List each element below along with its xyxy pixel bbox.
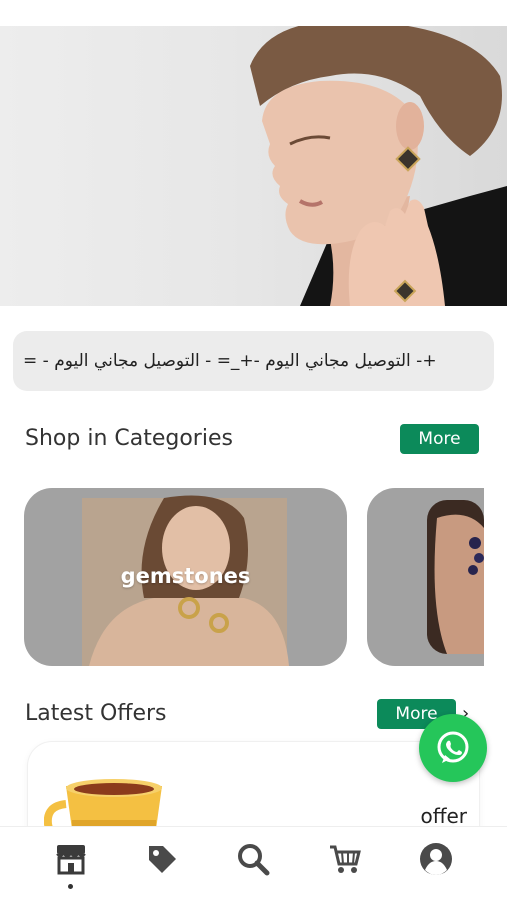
whatsapp-icon — [437, 731, 469, 763]
whatsapp-button[interactable] — [419, 714, 487, 782]
nav-cart[interactable] — [325, 839, 365, 879]
announcement-marquee: = - التوصيل مجاني اليوم -+_= - التوصيل م… — [13, 331, 494, 391]
offers-title: Latest Offers — [25, 701, 167, 726]
nav-store[interactable] — [51, 839, 91, 879]
offer-card-label: offer — [420, 804, 467, 828]
profile-icon — [420, 843, 452, 875]
category-card-gemstones[interactable]: gemstones — [24, 488, 347, 666]
bottom-navigation — [0, 826, 507, 901]
category-label: gemstones — [120, 564, 251, 588]
nav-profile[interactable] — [416, 839, 456, 879]
hero-image — [250, 26, 507, 306]
category-image — [427, 500, 484, 654]
nav-search[interactable] — [233, 839, 273, 879]
marquee-text: = - التوصيل مجاني اليوم -+_= - التوصيل م… — [23, 351, 437, 371]
category-card-second[interactable] — [367, 488, 484, 666]
hero-banner[interactable] — [0, 26, 507, 306]
search-icon — [238, 844, 270, 876]
categories-title: Shop in Categories — [25, 426, 233, 451]
categories-more-button[interactable]: More — [400, 424, 479, 454]
cart-icon — [330, 845, 361, 873]
store-icon — [56, 845, 86, 875]
tag-icon — [149, 846, 176, 873]
nav-offers[interactable] — [142, 839, 182, 879]
active-indicator — [68, 884, 73, 889]
